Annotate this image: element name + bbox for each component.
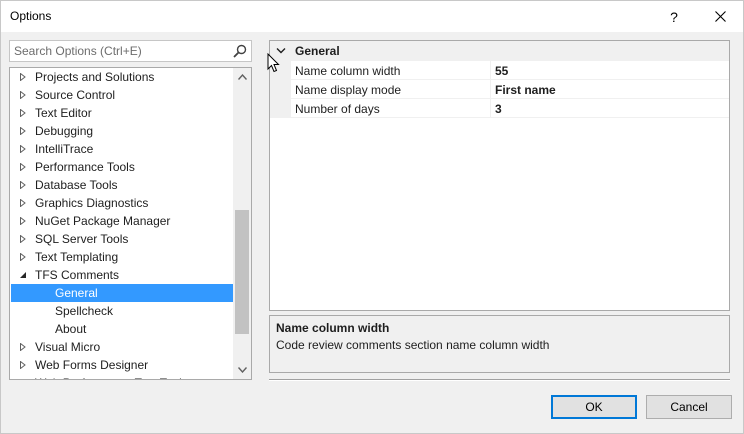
tree-item[interactable]: NuGet Package Manager [11, 212, 233, 230]
tree-item-label: NuGet Package Manager [35, 214, 171, 228]
title-bar: Options ? [1, 1, 743, 32]
collapsed-triangle-icon[interactable] [19, 235, 27, 243]
description-text: Code review comments section name column… [276, 338, 550, 352]
window-title: Options [10, 9, 52, 23]
separator [269, 379, 730, 381]
tree-item-label: Web Performance Test Tools [35, 374, 188, 379]
tree-item-label: Text Templating [35, 250, 119, 264]
cancel-button[interactable]: Cancel [646, 395, 732, 419]
column-divider[interactable] [490, 61, 491, 80]
description-panel: Name column width Code review comments s… [269, 315, 730, 373]
scroll-thumb[interactable] [235, 210, 249, 334]
tree-item-label: Debugging [35, 124, 94, 138]
mouse-cursor-icon [267, 53, 280, 73]
ok-button[interactable]: OK [551, 395, 637, 419]
tree-item[interactable]: SQL Server Tools [11, 230, 233, 248]
collapsed-triangle-icon[interactable] [19, 181, 27, 189]
tree-item-label: Spellcheck [55, 304, 114, 318]
property-row[interactable]: Number of days 3 [291, 99, 729, 118]
property-name: Number of days [295, 102, 380, 116]
tree-item[interactable]: Visual Micro [11, 338, 233, 356]
tree-item-label: Database Tools [35, 178, 118, 192]
search-input[interactable] [14, 43, 224, 59]
collapsed-triangle-icon[interactable] [19, 73, 27, 81]
tree-item[interactable]: Source Control [11, 86, 233, 104]
help-button[interactable]: ? [651, 1, 697, 32]
tree-item[interactable]: IntelliTrace [11, 140, 233, 158]
tree-item[interactable]: Web Forms Designer [11, 356, 233, 374]
tree-item-label: Visual Micro [35, 340, 101, 354]
tree-item-label: Text Editor [35, 106, 92, 120]
tree-child-item[interactable]: General [11, 284, 233, 302]
column-divider[interactable] [490, 80, 491, 99]
description-title: Name column width [276, 321, 390, 335]
property-row[interactable]: Name display mode First name [291, 80, 729, 99]
column-divider[interactable] [490, 99, 491, 118]
property-value[interactable]: 3 [495, 102, 502, 116]
category-label: General [295, 44, 340, 58]
tree-item-label: Graphics Diagnostics [35, 196, 149, 210]
collapsed-triangle-icon[interactable] [19, 217, 27, 225]
collapsed-triangle-icon[interactable] [19, 163, 27, 171]
collapsed-triangle-icon[interactable] [19, 379, 27, 380]
tree-item[interactable]: Debugging [11, 122, 233, 140]
collapsed-triangle-icon[interactable] [19, 199, 27, 207]
tree-item[interactable]: Text Editor [11, 104, 233, 122]
tree-item-label: About [55, 322, 87, 336]
scroll-up-button[interactable] [233, 68, 251, 86]
chevron-down-icon [237, 367, 247, 373]
options-dialog: Options ? Projects and Solutions Source C… [0, 0, 744, 434]
collapsed-triangle-icon[interactable] [19, 127, 27, 135]
tree-item[interactable]: Graphics Diagnostics [11, 194, 233, 212]
property-name: Name display mode [295, 83, 402, 97]
tree-item-label: TFS Comments [35, 268, 120, 282]
collapsed-triangle-icon[interactable] [19, 145, 27, 153]
tree-item-label: Web Forms Designer [35, 358, 149, 372]
tree-item-label: General [55, 286, 98, 300]
category-header[interactable]: General [270, 41, 729, 61]
collapsed-triangle-icon[interactable] [19, 253, 27, 261]
property-grid[interactable]: General Name column width 55 Name displa… [269, 40, 730, 311]
search-icon[interactable] [233, 44, 247, 58]
tree-item[interactable]: Text Templating [11, 248, 233, 266]
tree-item[interactable]: Web Performance Test Tools [11, 374, 233, 380]
chevron-up-icon [237, 74, 247, 80]
tree-item[interactable]: Projects and Solutions [11, 68, 233, 86]
tree-item[interactable]: Database Tools [11, 176, 233, 194]
tree-item[interactable]: TFS Comments [11, 266, 233, 284]
tree-item[interactable]: Performance Tools [11, 158, 233, 176]
property-value[interactable]: First name [495, 83, 556, 97]
property-name: Name column width [295, 64, 401, 78]
collapsed-triangle-icon[interactable] [19, 91, 27, 99]
tree-child-item[interactable]: Spellcheck [11, 302, 233, 320]
close-icon [714, 11, 726, 22]
tree-child-item[interactable]: About [11, 320, 233, 338]
tree-item-label: Projects and Solutions [35, 70, 155, 84]
tree-scrollbar[interactable] [233, 68, 251, 379]
collapsed-triangle-icon[interactable] [19, 109, 27, 117]
options-tree[interactable]: Projects and Solutions Source Control Text… [9, 67, 252, 380]
property-row[interactable]: Name column width 55 [291, 61, 729, 80]
tree-item-label: Source Control [35, 88, 116, 102]
scroll-down-button[interactable] [233, 361, 251, 379]
collapsed-triangle-icon[interactable] [19, 343, 27, 351]
tree-item-label: SQL Server Tools [35, 232, 129, 246]
close-button[interactable] [697, 1, 743, 32]
tree-item-label: Performance Tools [35, 160, 135, 174]
search-box[interactable] [9, 40, 252, 62]
collapsed-triangle-icon[interactable] [19, 361, 27, 369]
property-value[interactable]: 55 [495, 64, 508, 78]
tree-item-label: IntelliTrace [35, 142, 94, 156]
tree-list: Projects and Solutions Source Control Text… [11, 68, 233, 380]
expanded-triangle-icon[interactable] [19, 271, 27, 279]
